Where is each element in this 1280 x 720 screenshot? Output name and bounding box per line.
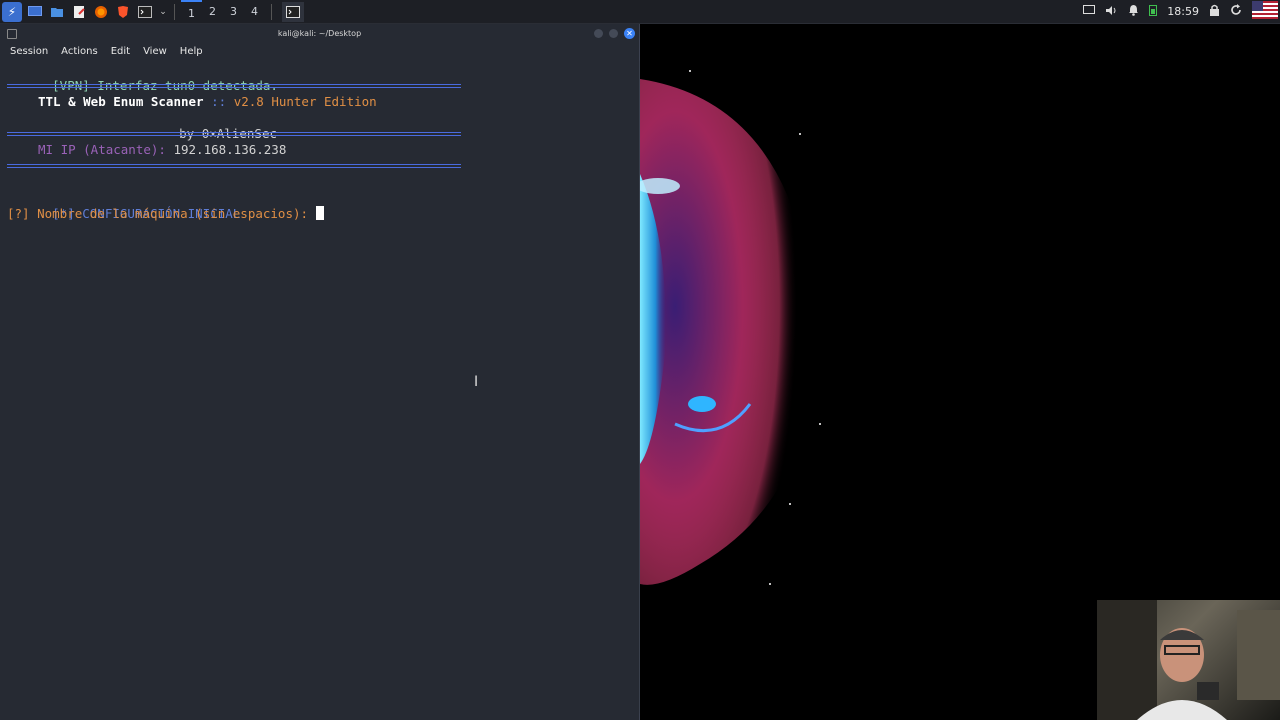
banner-rule-mid bbox=[7, 132, 461, 133]
banner-rule-bottom bbox=[7, 164, 461, 165]
banner-author: by 0×AlienSec bbox=[179, 126, 277, 141]
close-button[interactable]: ✕ bbox=[624, 28, 635, 39]
menu-session[interactable]: Session bbox=[10, 46, 48, 57]
text-cursor bbox=[315, 206, 324, 220]
terminal-task-icon[interactable] bbox=[282, 1, 304, 22]
menu-edit[interactable]: Edit bbox=[111, 46, 130, 57]
text-editor-icon[interactable] bbox=[70, 3, 88, 21]
top-panel: ⚡ ⌄ 1 2 3 4 18:59 bbox=[0, 0, 1280, 24]
workspace-2[interactable]: 2 bbox=[202, 0, 223, 23]
lock-icon[interactable] bbox=[1209, 4, 1220, 19]
bell-icon[interactable] bbox=[1128, 4, 1139, 19]
ip-value: 192.168.136.238 bbox=[173, 142, 287, 157]
prompt-line[interactable]: [?] Nombre de la máquina (sin espacios): bbox=[7, 206, 324, 222]
menu-help[interactable]: Help bbox=[180, 46, 203, 57]
battery-icon[interactable] bbox=[1149, 4, 1158, 19]
kali-menu-icon[interactable]: ⚡ bbox=[2, 1, 22, 22]
webcam-overlay bbox=[1097, 600, 1280, 720]
clock[interactable]: 18:59 bbox=[1167, 5, 1199, 18]
window-icon bbox=[7, 29, 17, 39]
menu-actions[interactable]: Actions bbox=[61, 46, 98, 57]
banner-version: v2.8 Hunter Edition bbox=[233, 94, 377, 109]
prompt-text: [?] Nombre de la máquina (sin espacios): bbox=[7, 206, 316, 221]
banner-separator: :: bbox=[203, 94, 234, 109]
ip-line: MI IP (Atacante): 192.168.136.238 bbox=[38, 142, 286, 158]
window-title: kali@kali: ~/Desktop bbox=[277, 29, 362, 38]
minimize-button[interactable] bbox=[594, 29, 603, 38]
workspace-4[interactable]: 4 bbox=[244, 0, 265, 23]
webcam-person-image bbox=[1097, 600, 1280, 720]
terminal-menubar: Session Actions Edit View Help bbox=[0, 44, 639, 58]
banner-rule-top-2 bbox=[7, 87, 461, 88]
ip-label: MI IP (Atacante): bbox=[38, 142, 166, 157]
terminal-output[interactable]: [VPN] Interfaz tun0 detectada. TTL & Web… bbox=[0, 60, 632, 720]
config-line: [*] CONFIGURACIÓN INICIAL bbox=[52, 206, 241, 221]
banner-rule-bottom-2 bbox=[7, 167, 461, 168]
workspace-3[interactable]: 3 bbox=[223, 0, 244, 23]
terminal-titlebar[interactable]: kali@kali: ~/Desktop ✕ bbox=[0, 24, 639, 44]
menu-view[interactable]: View bbox=[143, 46, 167, 57]
maximize-button[interactable] bbox=[609, 29, 618, 38]
refresh-icon[interactable] bbox=[1230, 4, 1242, 19]
chevron-down-icon[interactable]: ⌄ bbox=[158, 3, 168, 21]
brave-icon[interactable] bbox=[114, 3, 132, 21]
desktop-icon[interactable] bbox=[26, 3, 44, 21]
banner-title: TTL & Web Enum Scanner :: v2.8 Hunter Ed… bbox=[38, 94, 377, 110]
banner-rule-mid-2 bbox=[7, 135, 461, 136]
banner-rule-top bbox=[7, 84, 461, 85]
volume-icon[interactable] bbox=[1105, 5, 1118, 19]
display-icon[interactable] bbox=[1083, 5, 1096, 18]
terminal-icon[interactable] bbox=[136, 3, 154, 21]
banner-name: TTL & Web Enum Scanner bbox=[38, 94, 204, 109]
ibeam-cursor-icon: I bbox=[474, 374, 479, 390]
workspace-1[interactable]: 1 bbox=[181, 0, 202, 23]
us-flag-icon[interactable] bbox=[1252, 1, 1278, 22]
terminal-window[interactable]: kali@kali: ~/Desktop ✕ Session Actions E… bbox=[0, 24, 645, 720]
vpn-line: [VPN] Interfaz tun0 detectada. bbox=[52, 78, 278, 93]
firefox-icon[interactable] bbox=[92, 3, 110, 21]
system-tray: 18:59 bbox=[1083, 0, 1280, 23]
file-manager-icon[interactable] bbox=[48, 3, 66, 21]
